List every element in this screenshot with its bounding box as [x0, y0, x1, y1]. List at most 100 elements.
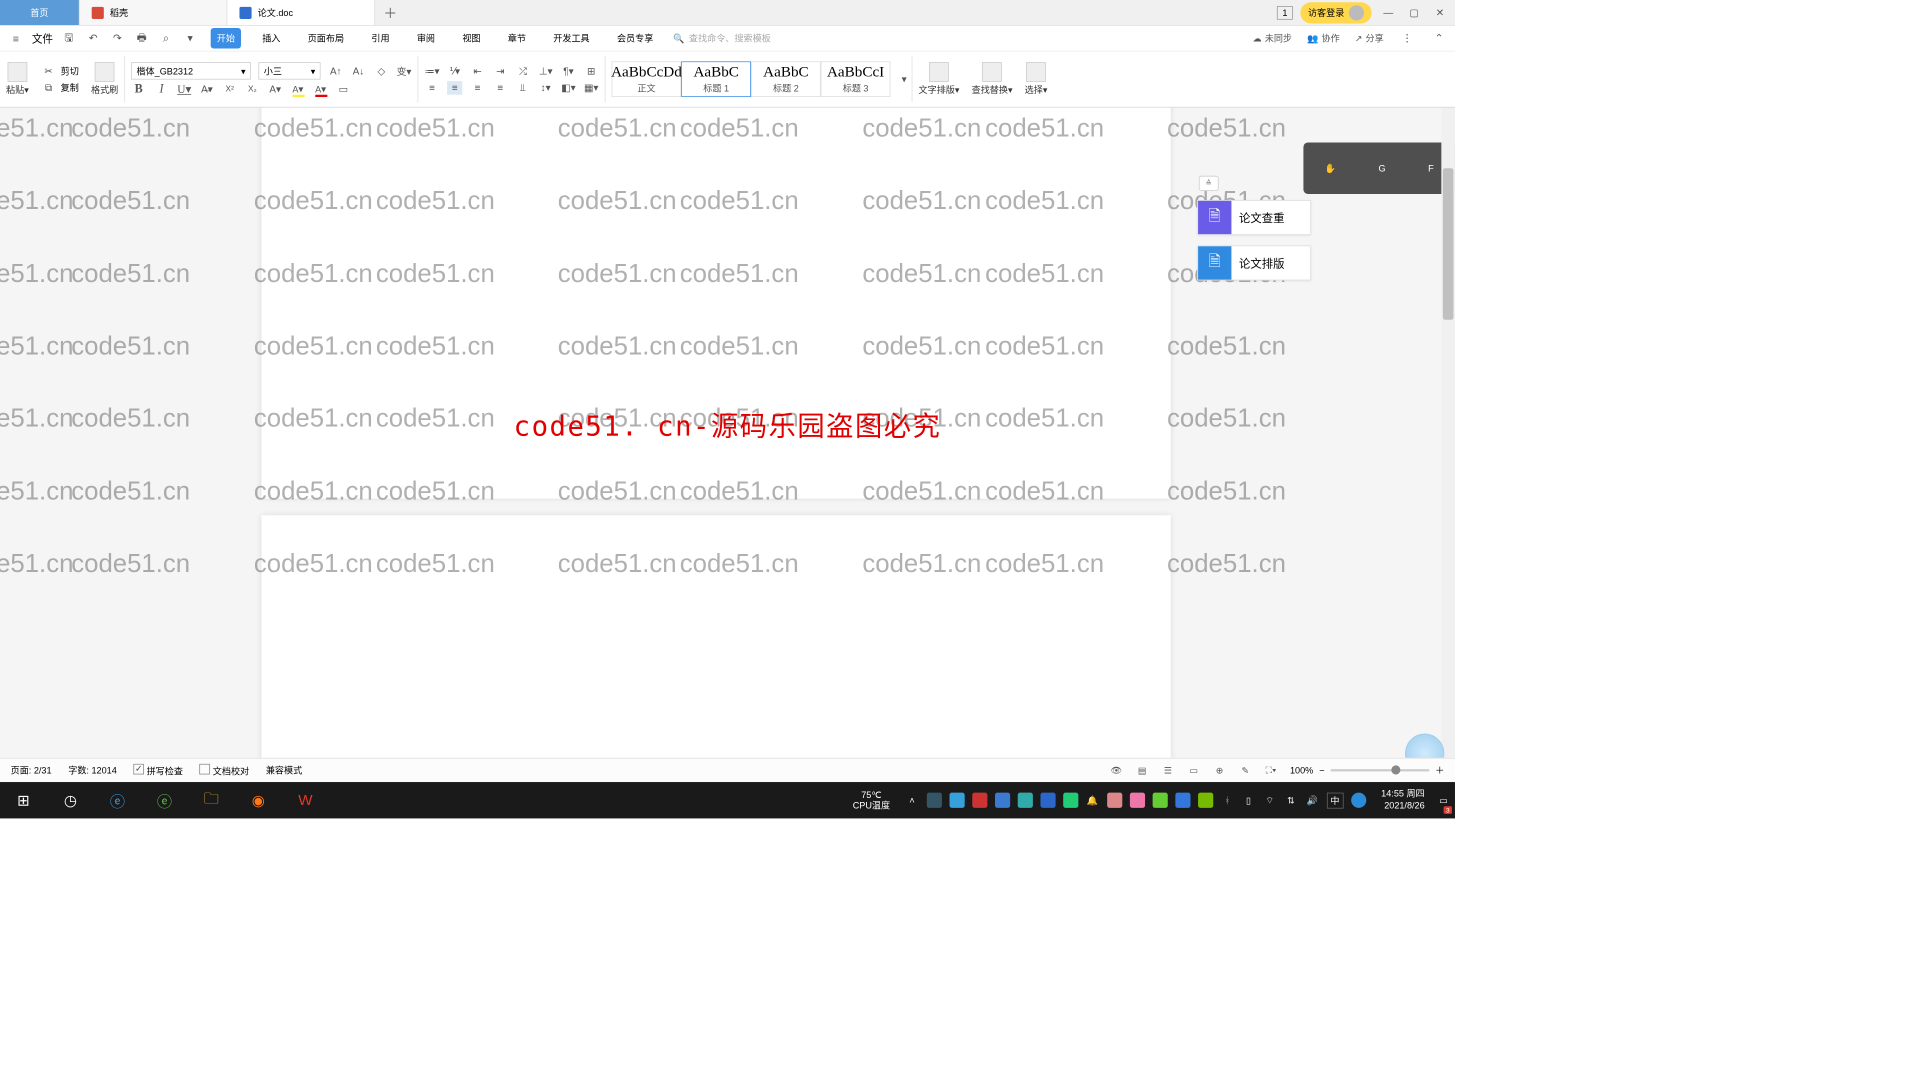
- login-pill[interactable]: 访客登录: [1300, 2, 1371, 23]
- phonetic-icon[interactable]: 变▾: [396, 64, 411, 78]
- collab-button[interactable]: 👥 协作: [1307, 32, 1340, 45]
- menu-pagelayout[interactable]: 页面布局: [302, 28, 351, 48]
- battery-icon[interactable]: ▯: [1242, 793, 1256, 807]
- align-center-button[interactable]: ≡: [447, 81, 462, 95]
- menu-chapter[interactable]: 章节: [502, 28, 532, 48]
- clear-format-icon[interactable]: ◇: [374, 64, 389, 78]
- tray-icon[interactable]: [926, 793, 941, 808]
- command-search[interactable]: 🔍 查找命令、搜索模板: [673, 32, 771, 45]
- menu-review[interactable]: 审阅: [411, 28, 441, 48]
- explorer-icon[interactable]: 🗀: [188, 782, 235, 818]
- strike-button[interactable]: A̶▾: [199, 83, 214, 97]
- distribute-button[interactable]: ⫫: [515, 81, 530, 95]
- zoom-value[interactable]: 100%: [1290, 765, 1313, 776]
- underline-button[interactable]: U▾: [177, 83, 192, 97]
- char-border-button[interactable]: ▭: [336, 83, 351, 97]
- wifi-icon[interactable]: ⌔: [1263, 793, 1277, 807]
- minimize-button[interactable]: —: [1379, 3, 1397, 21]
- side-plagiarism[interactable]: 🗎论文查重: [1197, 200, 1311, 235]
- select-button[interactable]: 选择▾: [1025, 62, 1048, 96]
- spell-check[interactable]: 拼写检查: [133, 763, 183, 777]
- menu-start[interactable]: 开始: [211, 28, 241, 48]
- tray-icon[interactable]: [1040, 793, 1055, 808]
- float-f[interactable]: F: [1428, 163, 1434, 174]
- fit-icon[interactable]: ⛶▾: [1264, 763, 1278, 777]
- note-icon[interactable]: ✎: [1238, 763, 1252, 777]
- tab-home[interactable]: 首页: [0, 0, 80, 25]
- bluetooth-icon[interactable]: ᚼ: [1221, 793, 1235, 807]
- zoom-in-button[interactable]: ＋: [1435, 764, 1444, 777]
- menu-icon[interactable]: ≡: [8, 30, 25, 47]
- tray-icon[interactable]: [1351, 793, 1366, 808]
- share-button[interactable]: ↗ 分享: [1355, 32, 1384, 45]
- page-indicator[interactable]: 页面: 2/31: [11, 764, 52, 777]
- paste-button[interactable]: 粘贴▾: [6, 62, 29, 96]
- clock[interactable]: 14:55 周四2021/8/26: [1374, 788, 1433, 812]
- word-count[interactable]: 字数: 12014: [68, 764, 117, 777]
- file-menu[interactable]: 文件: [32, 31, 53, 46]
- tray-icon[interactable]: [1130, 793, 1145, 808]
- menu-reference[interactable]: 引用: [365, 28, 395, 48]
- network-icon[interactable]: ⇅: [1284, 793, 1298, 807]
- font-color-button[interactable]: A▾: [313, 83, 328, 97]
- style-heading1[interactable]: AaBbC标题 1: [681, 61, 751, 97]
- line-spacing-button[interactable]: ↕▾: [538, 81, 553, 95]
- align-justify-button[interactable]: ≡: [493, 81, 508, 95]
- grow-font-icon[interactable]: A↑: [328, 64, 343, 78]
- font-select[interactable]: 楷体_GB2312▾: [131, 62, 251, 79]
- sync-status[interactable]: ☁ 未同步: [1253, 32, 1292, 45]
- qat-more-icon[interactable]: ▾: [182, 30, 199, 47]
- format-painter[interactable]: 格式刷: [91, 62, 118, 96]
- sort-button[interactable]: ⤮: [515, 64, 530, 78]
- decrease-indent-button[interactable]: ⇤: [470, 64, 485, 78]
- showmarks-button[interactable]: ¶▾: [561, 64, 576, 78]
- tab-doc-0[interactable]: 稻壳: [80, 0, 228, 25]
- tab-doc-1[interactable]: 论文.doc: [227, 0, 375, 25]
- zoom-slider[interactable]: [1331, 769, 1430, 771]
- edge-icon[interactable]: ⓔ: [141, 782, 188, 818]
- wps-icon[interactable]: W: [282, 782, 329, 818]
- redo-icon[interactable]: ↷: [109, 30, 126, 47]
- floating-tool-tab[interactable]: ✋ G F: [1303, 142, 1455, 194]
- shading-button[interactable]: ◧▾: [561, 81, 576, 95]
- tray-icon[interactable]: [949, 793, 964, 808]
- tray-icon[interactable]: [1107, 793, 1122, 808]
- numbering-button[interactable]: ⅟▾: [447, 64, 462, 78]
- cut-button[interactable]: ✂剪切: [41, 64, 79, 78]
- tray-icon[interactable]: [1152, 793, 1167, 808]
- subscript-button[interactable]: X₂: [245, 83, 260, 97]
- outline-view-icon[interactable]: ☰: [1161, 763, 1175, 777]
- app-icon[interactable]: ◉: [235, 782, 282, 818]
- tray-icon[interactable]: [972, 793, 987, 808]
- scroll-thumb[interactable]: [1443, 168, 1454, 320]
- side-typeset[interactable]: 🗎论文排版: [1197, 246, 1311, 281]
- maximize-button[interactable]: ▢: [1405, 3, 1423, 21]
- vertical-scrollbar[interactable]: [1441, 108, 1455, 776]
- paraformat-button[interactable]: ⊞: [584, 64, 599, 78]
- tray-up-icon[interactable]: ˄: [905, 793, 919, 807]
- action-center[interactable]: ▭3: [1432, 782, 1455, 818]
- style-heading2[interactable]: AaBbC标题 2: [751, 61, 821, 97]
- superscript-button[interactable]: X²: [222, 83, 237, 97]
- text-layout-button[interactable]: 文字排版▾: [919, 62, 960, 96]
- save-icon[interactable]: 🖫: [61, 30, 78, 47]
- bold-button[interactable]: B: [131, 83, 146, 97]
- collapse-ribbon-icon[interactable]: ⌃: [1431, 30, 1448, 47]
- menu-insert[interactable]: 插入: [256, 28, 286, 48]
- bell-icon[interactable]: 🔔: [1086, 793, 1100, 807]
- cpu-temp-widget[interactable]: 75℃CPU温度: [845, 789, 898, 811]
- style-normal[interactable]: AaBbCcDd正文: [612, 61, 682, 97]
- start-button[interactable]: ⊞: [0, 782, 47, 818]
- align-left-button[interactable]: ≡: [424, 81, 439, 95]
- text-effect-button[interactable]: A▾: [268, 83, 283, 97]
- read-view-icon[interactable]: ▭: [1187, 763, 1201, 777]
- borders-button[interactable]: ▦▾: [584, 81, 599, 95]
- undo-icon[interactable]: ↶: [85, 30, 102, 47]
- font-size-select[interactable]: 小三▾: [258, 62, 320, 79]
- more-icon[interactable]: ⋮: [1399, 30, 1416, 47]
- preview-icon[interactable]: ⌕: [158, 30, 175, 47]
- tabstop-button[interactable]: ⊥▾: [538, 64, 553, 78]
- taskview-button[interactable]: ◷: [47, 782, 94, 818]
- menu-devtools[interactable]: 开发工具: [547, 28, 596, 48]
- copy-button[interactable]: ⧉复制: [41, 81, 79, 95]
